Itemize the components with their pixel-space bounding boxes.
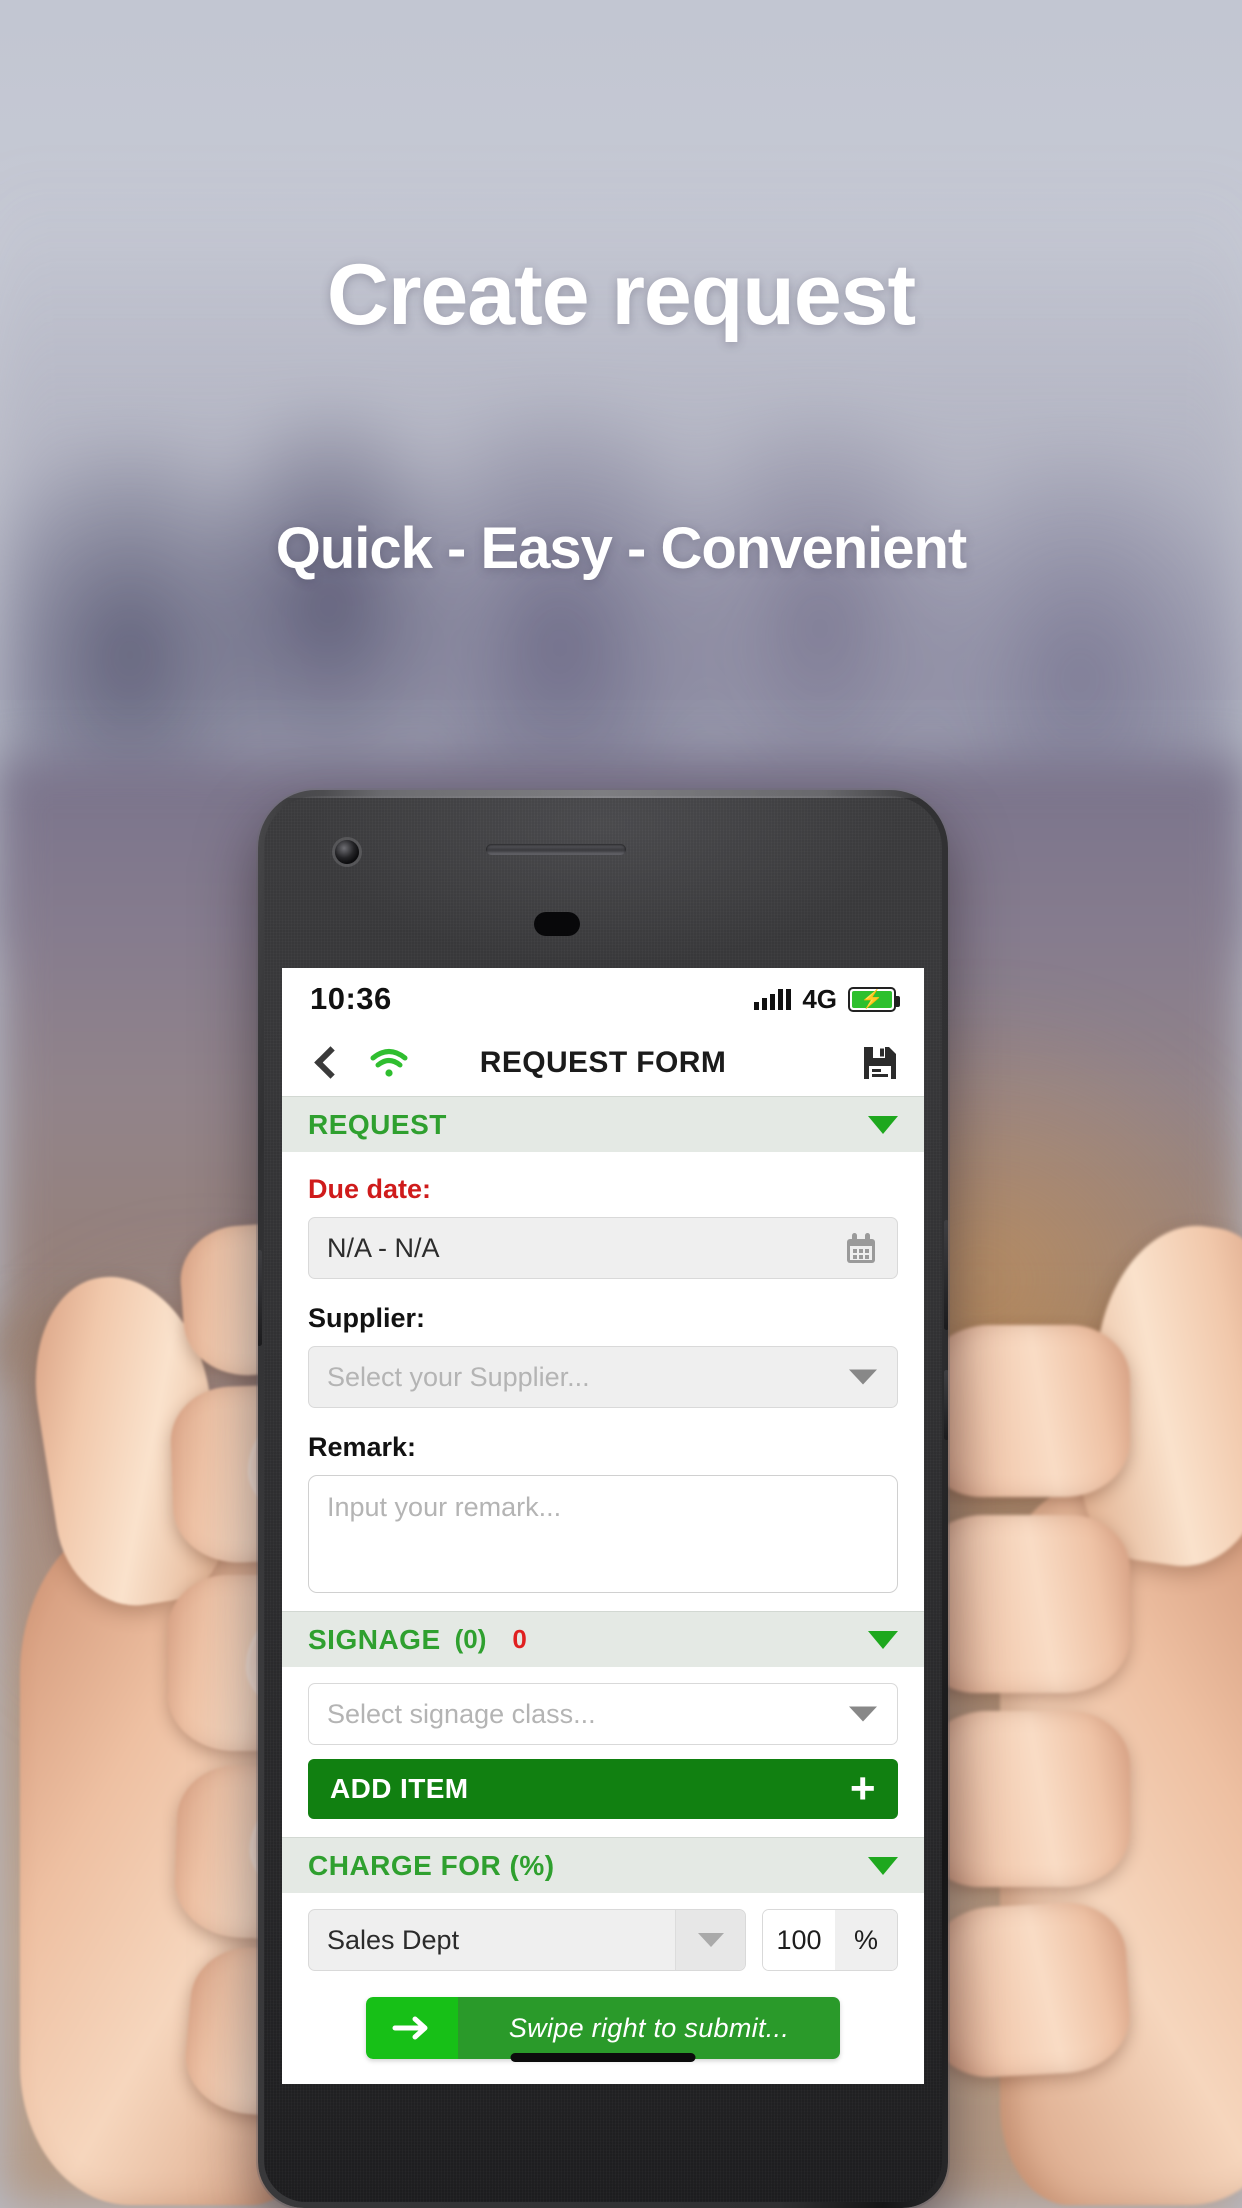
back-chevron-icon[interactable] (308, 1046, 342, 1080)
department-select[interactable]: Sales Dept (308, 1909, 746, 1971)
chevron-down-icon[interactable] (849, 1369, 877, 1385)
arrow-right-icon[interactable] (366, 1997, 458, 2059)
swipe-to-submit[interactable]: Swipe right to submit... (366, 1997, 840, 2059)
status-bar: 10:36 4G ⚡ (282, 968, 924, 1030)
chevron-down-icon[interactable] (868, 1856, 898, 1875)
chevron-down-icon[interactable] (868, 1115, 898, 1134)
earpiece-speaker (486, 844, 626, 855)
supplier-placeholder: Select your Supplier... (327, 1361, 590, 1392)
chevron-down-icon[interactable] (868, 1630, 898, 1649)
app-header: REQUEST FORM (282, 1030, 924, 1096)
section-body-request: Due date: N/A - N/A Supplier: Select you… (282, 1152, 924, 1611)
signage-badge: 0 (512, 1624, 527, 1654)
section-title-charge-for: CHARGE FOR (%) (308, 1849, 555, 1881)
due-date-value: N/A - N/A (327, 1232, 440, 1263)
add-item-label: ADD ITEM (330, 1773, 469, 1804)
signage-class-placeholder: Select signage class... (327, 1698, 596, 1729)
front-camera-icon (335, 840, 359, 864)
chevron-down-icon[interactable] (849, 1706, 877, 1722)
section-body-signage: Select signage class... ADD ITEM + (282, 1667, 924, 1837)
swipe-label: Swipe right to submit... (458, 1997, 840, 2059)
add-item-button[interactable]: ADD ITEM + (308, 1759, 898, 1819)
network-type-label: 4G (802, 983, 837, 1014)
calendar-icon[interactable] (843, 1231, 879, 1267)
section-header-signage[interactable]: SIGNAGE (0) 0 (282, 1611, 924, 1667)
section-header-charge-for[interactable]: CHARGE FOR (%) (282, 1837, 924, 1893)
battery-charging-icon: ⚡ (848, 986, 900, 1012)
signage-class-select[interactable]: Select signage class... (308, 1683, 898, 1745)
supplier-select[interactable]: Select your Supplier... (308, 1346, 898, 1408)
promo-subtitle: Quick - Easy - Convenient (275, 516, 968, 581)
phone-screen: 10:36 4G ⚡ REQUEST FORM REQUEST Due date… (282, 968, 924, 2084)
section-body-charge-for: Sales Dept 100 % Swipe right to submit..… (282, 1893, 924, 2077)
section-title-signage: SIGNAGE (308, 1623, 441, 1655)
section-header-request[interactable]: REQUEST (282, 1096, 924, 1152)
volume-button[interactable] (944, 1220, 948, 1330)
charge-row: Sales Dept 100 % (308, 1909, 898, 1971)
supplier-label: Supplier: (308, 1303, 426, 1333)
remark-label: Remark: (308, 1432, 417, 1462)
plus-icon: + (849, 1764, 876, 1813)
status-icons: 4G ⚡ (754, 983, 900, 1015)
percent-input-group[interactable]: 100 % (762, 1909, 898, 1971)
submit-area: Swipe right to submit... (308, 1971, 898, 2059)
status-time: 10:36 (310, 981, 392, 1016)
side-button-left[interactable] (258, 1250, 262, 1346)
due-date-label: Due date: (308, 1174, 432, 1204)
phone-top-antenna-strip (258, 790, 948, 798)
power-button[interactable] (944, 1370, 948, 1440)
percent-unit-label: % (835, 1910, 897, 1970)
proximity-sensor (534, 912, 580, 936)
save-floppy-icon[interactable] (862, 1045, 898, 1081)
chevron-down-icon[interactable] (675, 1910, 745, 1970)
wifi-icon (370, 1048, 408, 1078)
remark-textarea[interactable]: Input your remark... (308, 1475, 898, 1593)
signal-bars-icon (754, 988, 792, 1010)
due-date-field[interactable]: N/A - N/A (308, 1217, 898, 1279)
phone-mockup: 10:36 4G ⚡ REQUEST FORM REQUEST Due date… (258, 790, 948, 2208)
hand-right (914, 1213, 1242, 2208)
promo-title: Create request (326, 247, 916, 343)
home-indicator (510, 2053, 696, 2062)
signage-count: (0) (454, 1624, 487, 1654)
department-value: Sales Dept (327, 1924, 460, 1955)
percent-input[interactable]: 100 (763, 1910, 835, 1970)
section-title-request: REQUEST (308, 1108, 447, 1140)
